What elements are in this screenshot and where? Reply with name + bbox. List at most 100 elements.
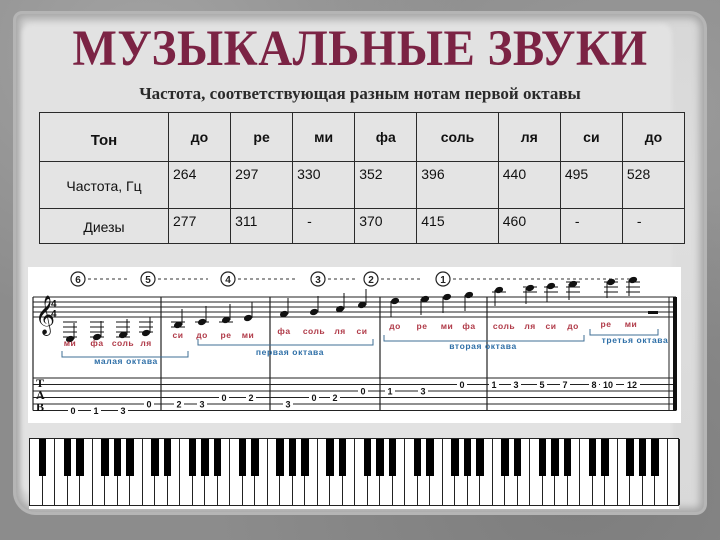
table-cell: - bbox=[559, 208, 623, 244]
black-key[interactable] bbox=[451, 439, 459, 476]
black-key[interactable] bbox=[601, 439, 609, 476]
table-cell: 277 bbox=[167, 208, 232, 244]
note-header: ля bbox=[497, 112, 561, 162]
black-key[interactable] bbox=[326, 439, 334, 476]
black-key[interactable] bbox=[338, 439, 346, 476]
black-key[interactable] bbox=[563, 439, 571, 476]
note-header: ми bbox=[292, 112, 356, 162]
note-head bbox=[628, 276, 638, 284]
black-key[interactable] bbox=[63, 439, 71, 476]
note-head bbox=[390, 297, 400, 305]
black-key[interactable] bbox=[513, 439, 521, 476]
note-name: си bbox=[173, 330, 184, 340]
black-key[interactable] bbox=[388, 439, 396, 476]
string-marker-number: 1 bbox=[440, 275, 446, 286]
note-header: ре bbox=[230, 112, 294, 162]
note-name: соль bbox=[303, 326, 325, 336]
page-title: МУЗЫКАЛЬНЫЕ ЗВУКИ bbox=[72, 20, 648, 78]
table-cell: 495 bbox=[559, 161, 623, 209]
tab-number: 2 bbox=[248, 393, 253, 403]
black-key[interactable] bbox=[363, 439, 371, 476]
table-row: Частота, Гц 264 297 330 352 396 440 495 … bbox=[39, 161, 686, 209]
note-name: фа bbox=[462, 321, 475, 331]
string-marker-number: 2 bbox=[368, 275, 374, 286]
tab-number: 0 bbox=[311, 393, 316, 403]
black-key[interactable] bbox=[651, 439, 659, 476]
black-key[interactable] bbox=[551, 439, 559, 476]
black-key[interactable] bbox=[76, 439, 84, 476]
note-head bbox=[494, 286, 504, 294]
table-row: Диезы 277 311 - 370 415 460 - - bbox=[39, 208, 686, 244]
header-label: Тон bbox=[39, 112, 169, 162]
note-name: фа bbox=[90, 338, 103, 348]
table-cell: 352 bbox=[354, 161, 418, 209]
table-cell: - bbox=[621, 208, 686, 244]
black-key[interactable] bbox=[413, 439, 421, 476]
note-header: си bbox=[559, 112, 623, 162]
row-label: Частота, Гц bbox=[39, 161, 169, 209]
black-key[interactable] bbox=[426, 439, 434, 476]
note-name: ля bbox=[334, 326, 345, 336]
black-key[interactable] bbox=[626, 439, 634, 476]
note-name: ми bbox=[625, 319, 638, 329]
note-name: си bbox=[546, 321, 557, 331]
note-name: ля bbox=[140, 338, 151, 348]
black-key[interactable] bbox=[538, 439, 546, 476]
frequency-table: Тон до ре ми фа соль ля си до Частота, Г… bbox=[39, 112, 686, 244]
string-marker-number: 4 bbox=[225, 275, 231, 286]
black-key[interactable] bbox=[476, 439, 484, 476]
table-cell: 370 bbox=[354, 208, 418, 244]
piano-keyboard bbox=[29, 438, 680, 506]
black-key[interactable] bbox=[163, 439, 171, 476]
notation-svg: 6 5 4 3 2 1𝄞44TABми фа соль ляси до ре ми фа соль ля си… bbox=[32, 271, 677, 416]
black-key[interactable] bbox=[113, 439, 121, 476]
tab-number: 3 bbox=[420, 387, 425, 397]
tab-number: 2 bbox=[332, 393, 337, 403]
note-head bbox=[243, 314, 253, 322]
black-key[interactable] bbox=[238, 439, 246, 476]
black-key[interactable] bbox=[376, 439, 384, 476]
note-header: до bbox=[621, 112, 686, 162]
note-head bbox=[525, 284, 535, 292]
tab-number: 7 bbox=[562, 380, 567, 390]
table-cell: 528 bbox=[621, 161, 686, 209]
black-key[interactable] bbox=[288, 439, 296, 476]
note-name: до bbox=[567, 321, 579, 331]
black-key[interactable] bbox=[38, 439, 46, 476]
tab-number: 0 bbox=[221, 393, 226, 403]
string-marker-number: 5 bbox=[145, 275, 151, 286]
tab-number: 8 bbox=[591, 380, 596, 390]
note-name: си bbox=[357, 326, 368, 336]
tab-number: 0 bbox=[459, 380, 464, 390]
black-key[interactable] bbox=[213, 439, 221, 476]
note-name: до bbox=[196, 330, 208, 340]
black-key[interactable] bbox=[588, 439, 596, 476]
black-key[interactable] bbox=[251, 439, 259, 476]
note-head bbox=[309, 308, 319, 316]
table-cell: 264 bbox=[167, 161, 232, 209]
note-name: ми bbox=[242, 330, 255, 340]
row-label: Диезы bbox=[39, 208, 169, 244]
note-name: ля bbox=[524, 321, 535, 331]
note-head bbox=[442, 293, 452, 301]
table-cell: 311 bbox=[230, 208, 294, 244]
tab-number: 0 bbox=[360, 387, 365, 397]
black-key[interactable] bbox=[151, 439, 159, 476]
black-key[interactable] bbox=[501, 439, 509, 476]
black-key[interactable] bbox=[463, 439, 471, 476]
note-name: ре bbox=[221, 330, 232, 340]
note-header: до bbox=[167, 112, 232, 162]
note-header: соль bbox=[416, 112, 499, 162]
black-key[interactable] bbox=[301, 439, 309, 476]
note-name: соль bbox=[493, 321, 515, 331]
note-head bbox=[546, 282, 556, 290]
black-key[interactable] bbox=[201, 439, 209, 476]
black-key[interactable] bbox=[638, 439, 646, 476]
tab-number: 3 bbox=[120, 406, 125, 416]
tab-letter: B bbox=[36, 400, 44, 414]
white-key[interactable] bbox=[668, 439, 680, 505]
black-key[interactable] bbox=[188, 439, 196, 476]
black-key[interactable] bbox=[276, 439, 284, 476]
black-key[interactable] bbox=[126, 439, 134, 476]
black-key[interactable] bbox=[101, 439, 109, 476]
